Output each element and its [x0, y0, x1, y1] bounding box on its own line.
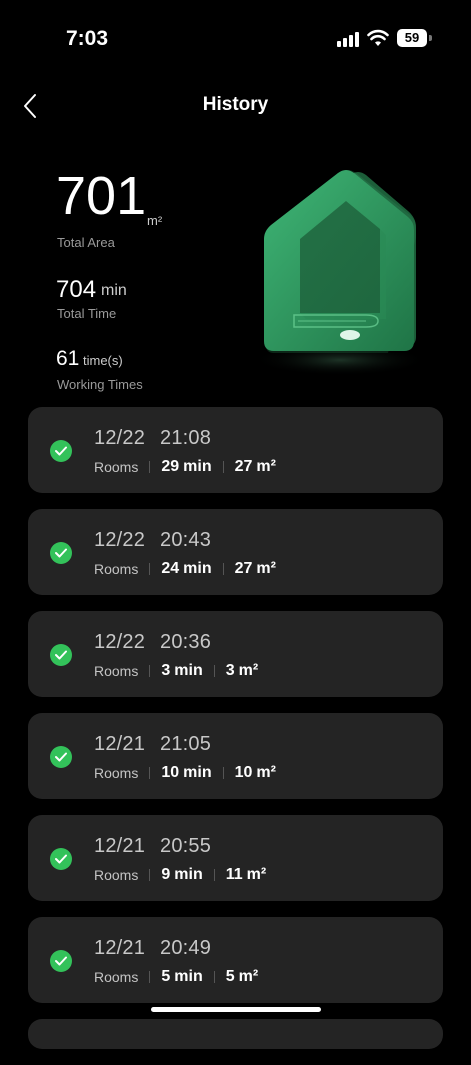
record-duration: 10 — [161, 764, 180, 781]
history-record[interactable]: 12/21 21:05 Rooms 10 min 10 m² — [28, 713, 443, 799]
record-time: 20:49 — [160, 937, 212, 959]
record-time: 21:08 — [160, 427, 212, 449]
total-time-label: Total Time — [57, 306, 117, 321]
battery-tip — [429, 35, 432, 41]
check-icon — [50, 950, 72, 972]
record-duration: 9 — [161, 866, 171, 883]
record-time: 20:43 — [160, 529, 212, 551]
record-duration: 5 — [161, 968, 171, 985]
history-record[interactable]: 12/21 20:55 Rooms 9 min 11 m² — [28, 815, 443, 901]
record-duration-unit: min — [183, 458, 212, 475]
record-duration: 29 — [161, 458, 180, 475]
check-icon — [50, 644, 72, 666]
record-mode: Rooms — [94, 663, 139, 679]
record-date: 12/21 — [94, 835, 146, 857]
battery-level: 59 — [404, 30, 420, 45]
battery-icon: 59 — [397, 29, 427, 47]
check-icon — [50, 746, 72, 768]
history-record[interactable]: 12/21 20:49 Rooms 5 min 5 m² — [28, 917, 443, 1003]
record-date: 12/22 — [94, 631, 146, 653]
record-mode: Rooms — [94, 765, 139, 781]
page-title: History — [202, 94, 269, 115]
record-area: 10 — [234, 764, 253, 781]
working-times-unit: time(s) — [83, 353, 123, 368]
record-details: Rooms 5 min 5 m² — [94, 968, 258, 986]
total-area-value: 701 — [56, 166, 147, 226]
record-time: 21:05 — [160, 733, 212, 755]
history-record[interactable]: 12/22 20:43 Rooms 24 min 27 m² — [28, 509, 443, 595]
record-mode: Rooms — [94, 561, 139, 577]
record-details: Rooms 9 min 11 m² — [94, 866, 266, 884]
total-area-label: Total Area — [57, 235, 115, 250]
wifi-icon — [367, 29, 389, 46]
record-duration-unit: min — [174, 662, 203, 679]
history-record[interactable]: 12/22 20:36 Rooms 3 min 3 m² — [28, 611, 443, 697]
total-area-unit: m² — [147, 213, 163, 228]
record-mode: Rooms — [94, 969, 139, 985]
record-area: 27 — [234, 560, 253, 577]
record-area-unit: m² — [256, 560, 276, 577]
record-area: 27 — [234, 458, 253, 475]
record-duration-unit: min — [183, 764, 212, 781]
history-list: 12/22 21:08 Rooms 29 min 27 m² 12/22 20:43… — [28, 407, 443, 1065]
record-duration-unit: min — [183, 560, 212, 577]
cellular-signal-icon — [337, 31, 359, 47]
record-details: Rooms 3 min 3 m² — [94, 662, 258, 680]
record-area-unit: m² — [256, 458, 276, 475]
total-time-value: 704 — [56, 276, 97, 303]
record-area: 3 — [225, 662, 235, 679]
total-time-unit: min — [101, 282, 127, 299]
record-area-unit: m² — [246, 866, 267, 883]
record-area-unit: m² — [238, 968, 259, 985]
record-duration-unit: min — [174, 866, 203, 883]
working-times-value: 61 — [56, 347, 80, 370]
record-date: 12/21 — [94, 937, 146, 959]
record-area-unit: m² — [238, 662, 259, 679]
record-duration: 3 — [161, 662, 171, 679]
house-illustration — [252, 170, 428, 376]
status-time: 7:03 — [66, 27, 109, 50]
record-time: 20:55 — [160, 835, 212, 857]
record-details: Rooms 10 min 10 m² — [94, 764, 276, 782]
record-duration: 24 — [161, 560, 180, 577]
history-record[interactable]: 12/22 21:08 Rooms 29 min 27 m² — [28, 407, 443, 493]
check-icon — [50, 542, 72, 564]
status-bar: 7:03 59 — [0, 0, 471, 70]
check-icon — [50, 440, 72, 462]
record-date: 12/22 — [94, 529, 146, 551]
record-area: 11 — [225, 866, 243, 883]
record-mode: Rooms — [94, 867, 139, 883]
record-details: Rooms 29 min 27 m² — [94, 458, 276, 476]
record-date: 12/22 — [94, 427, 146, 449]
record-date: 12/21 — [94, 733, 146, 755]
record-area: 5 — [225, 968, 235, 985]
home-indicator[interactable] — [151, 1007, 321, 1012]
record-area-unit: m² — [256, 764, 276, 781]
check-icon — [50, 848, 72, 870]
record-mode: Rooms — [94, 459, 139, 475]
record-details: Rooms 24 min 27 m² — [94, 560, 276, 578]
record-duration-unit: min — [174, 968, 203, 985]
working-times-label: Working Times — [57, 377, 143, 392]
record-time: 20:36 — [160, 631, 212, 653]
